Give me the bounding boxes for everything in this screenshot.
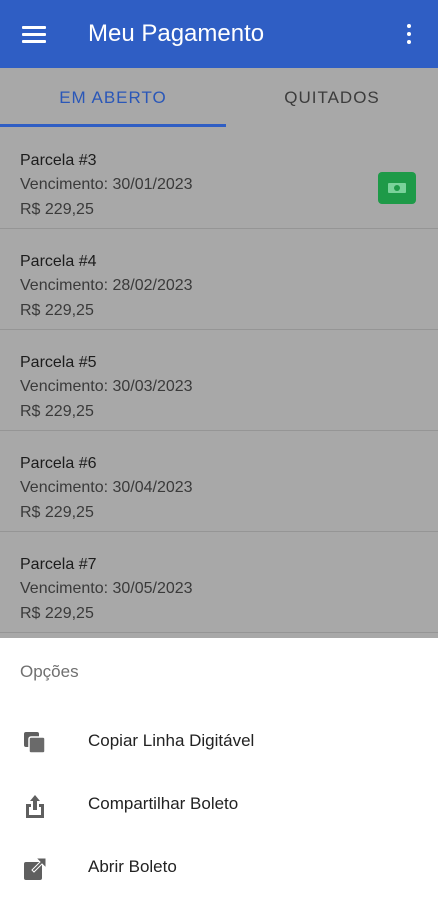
page-title: Meu Pagamento — [88, 20, 265, 47]
options-bottom-sheet: Opções Copiar Linha Digitável Compartilh… — [0, 638, 438, 900]
installment-row[interactable]: Parcela #3 Vencimento: 30/01/2023 R$ 229… — [0, 128, 438, 229]
installment-name: Parcela #5 — [20, 354, 97, 371]
installment-name: Parcela #4 — [20, 253, 97, 270]
copy-line-option[interactable]: Copiar Linha Digitável — [0, 712, 438, 772]
tab-bar: EM ABERTO QUITADOS — [0, 68, 438, 128]
open-boleto-label: Abrir Boleto — [88, 857, 177, 876]
installment-due-date: Vencimento: 30/04/2023 — [20, 479, 193, 496]
share-boleto-label: Compartilhar Boleto — [88, 794, 239, 813]
share-icon — [26, 795, 44, 818]
installment-due-date: Vencimento: 30/01/2023 — [20, 176, 193, 193]
installment-row[interactable]: Parcela #4 Vencimento: 28/02/2023 R$ 229… — [0, 229, 438, 330]
installment-name: Parcela #6 — [20, 455, 97, 472]
installment-name: Parcela #3 — [20, 152, 97, 169]
installment-due-date: Vencimento: 30/05/2023 — [20, 580, 193, 597]
menu-icon[interactable] — [22, 24, 46, 44]
installment-due-date: Vencimento: 30/03/2023 — [20, 378, 193, 395]
tab-em-aberto[interactable]: EM ABERTO — [0, 68, 226, 128]
installment-row[interactable]: Parcela #6 Vencimento: 30/04/2023 R$ 229… — [0, 431, 438, 532]
installment-list: Parcela #3 Vencimento: 30/01/2023 R$ 229… — [0, 128, 438, 638]
installment-amount: R$ 229,25 — [20, 201, 94, 218]
open-external-icon — [24, 857, 47, 880]
installment-name: Parcela #7 — [20, 556, 97, 573]
installment-amount: R$ 229,25 — [20, 504, 94, 521]
open-boleto-option[interactable]: Abrir Boleto — [0, 838, 438, 898]
installment-amount: R$ 229,25 — [20, 605, 94, 622]
app-bar: Meu Pagamento — [0, 0, 438, 68]
more-vert-icon[interactable] — [400, 22, 418, 46]
copy-line-label: Copiar Linha Digitável — [88, 731, 255, 750]
active-tab-indicator — [0, 124, 226, 127]
installment-row[interactable]: Parcela #7 Vencimento: 30/05/2023 R$ 229… — [0, 532, 438, 633]
copy-icon — [24, 732, 46, 754]
installment-amount: R$ 229,25 — [20, 403, 94, 420]
installment-due-date: Vencimento: 28/02/2023 — [20, 277, 193, 294]
share-boleto-option[interactable]: Compartilhar Boleto — [0, 775, 438, 835]
installment-amount: R$ 229,25 — [20, 302, 94, 319]
tab-quitados[interactable]: QUITADOS — [226, 68, 438, 128]
payment-icon — [388, 183, 406, 193]
pay-button[interactable] — [378, 172, 416, 204]
sheet-title: Opções — [20, 662, 79, 681]
installment-row[interactable]: Parcela #5 Vencimento: 30/03/2023 R$ 229… — [0, 330, 438, 431]
